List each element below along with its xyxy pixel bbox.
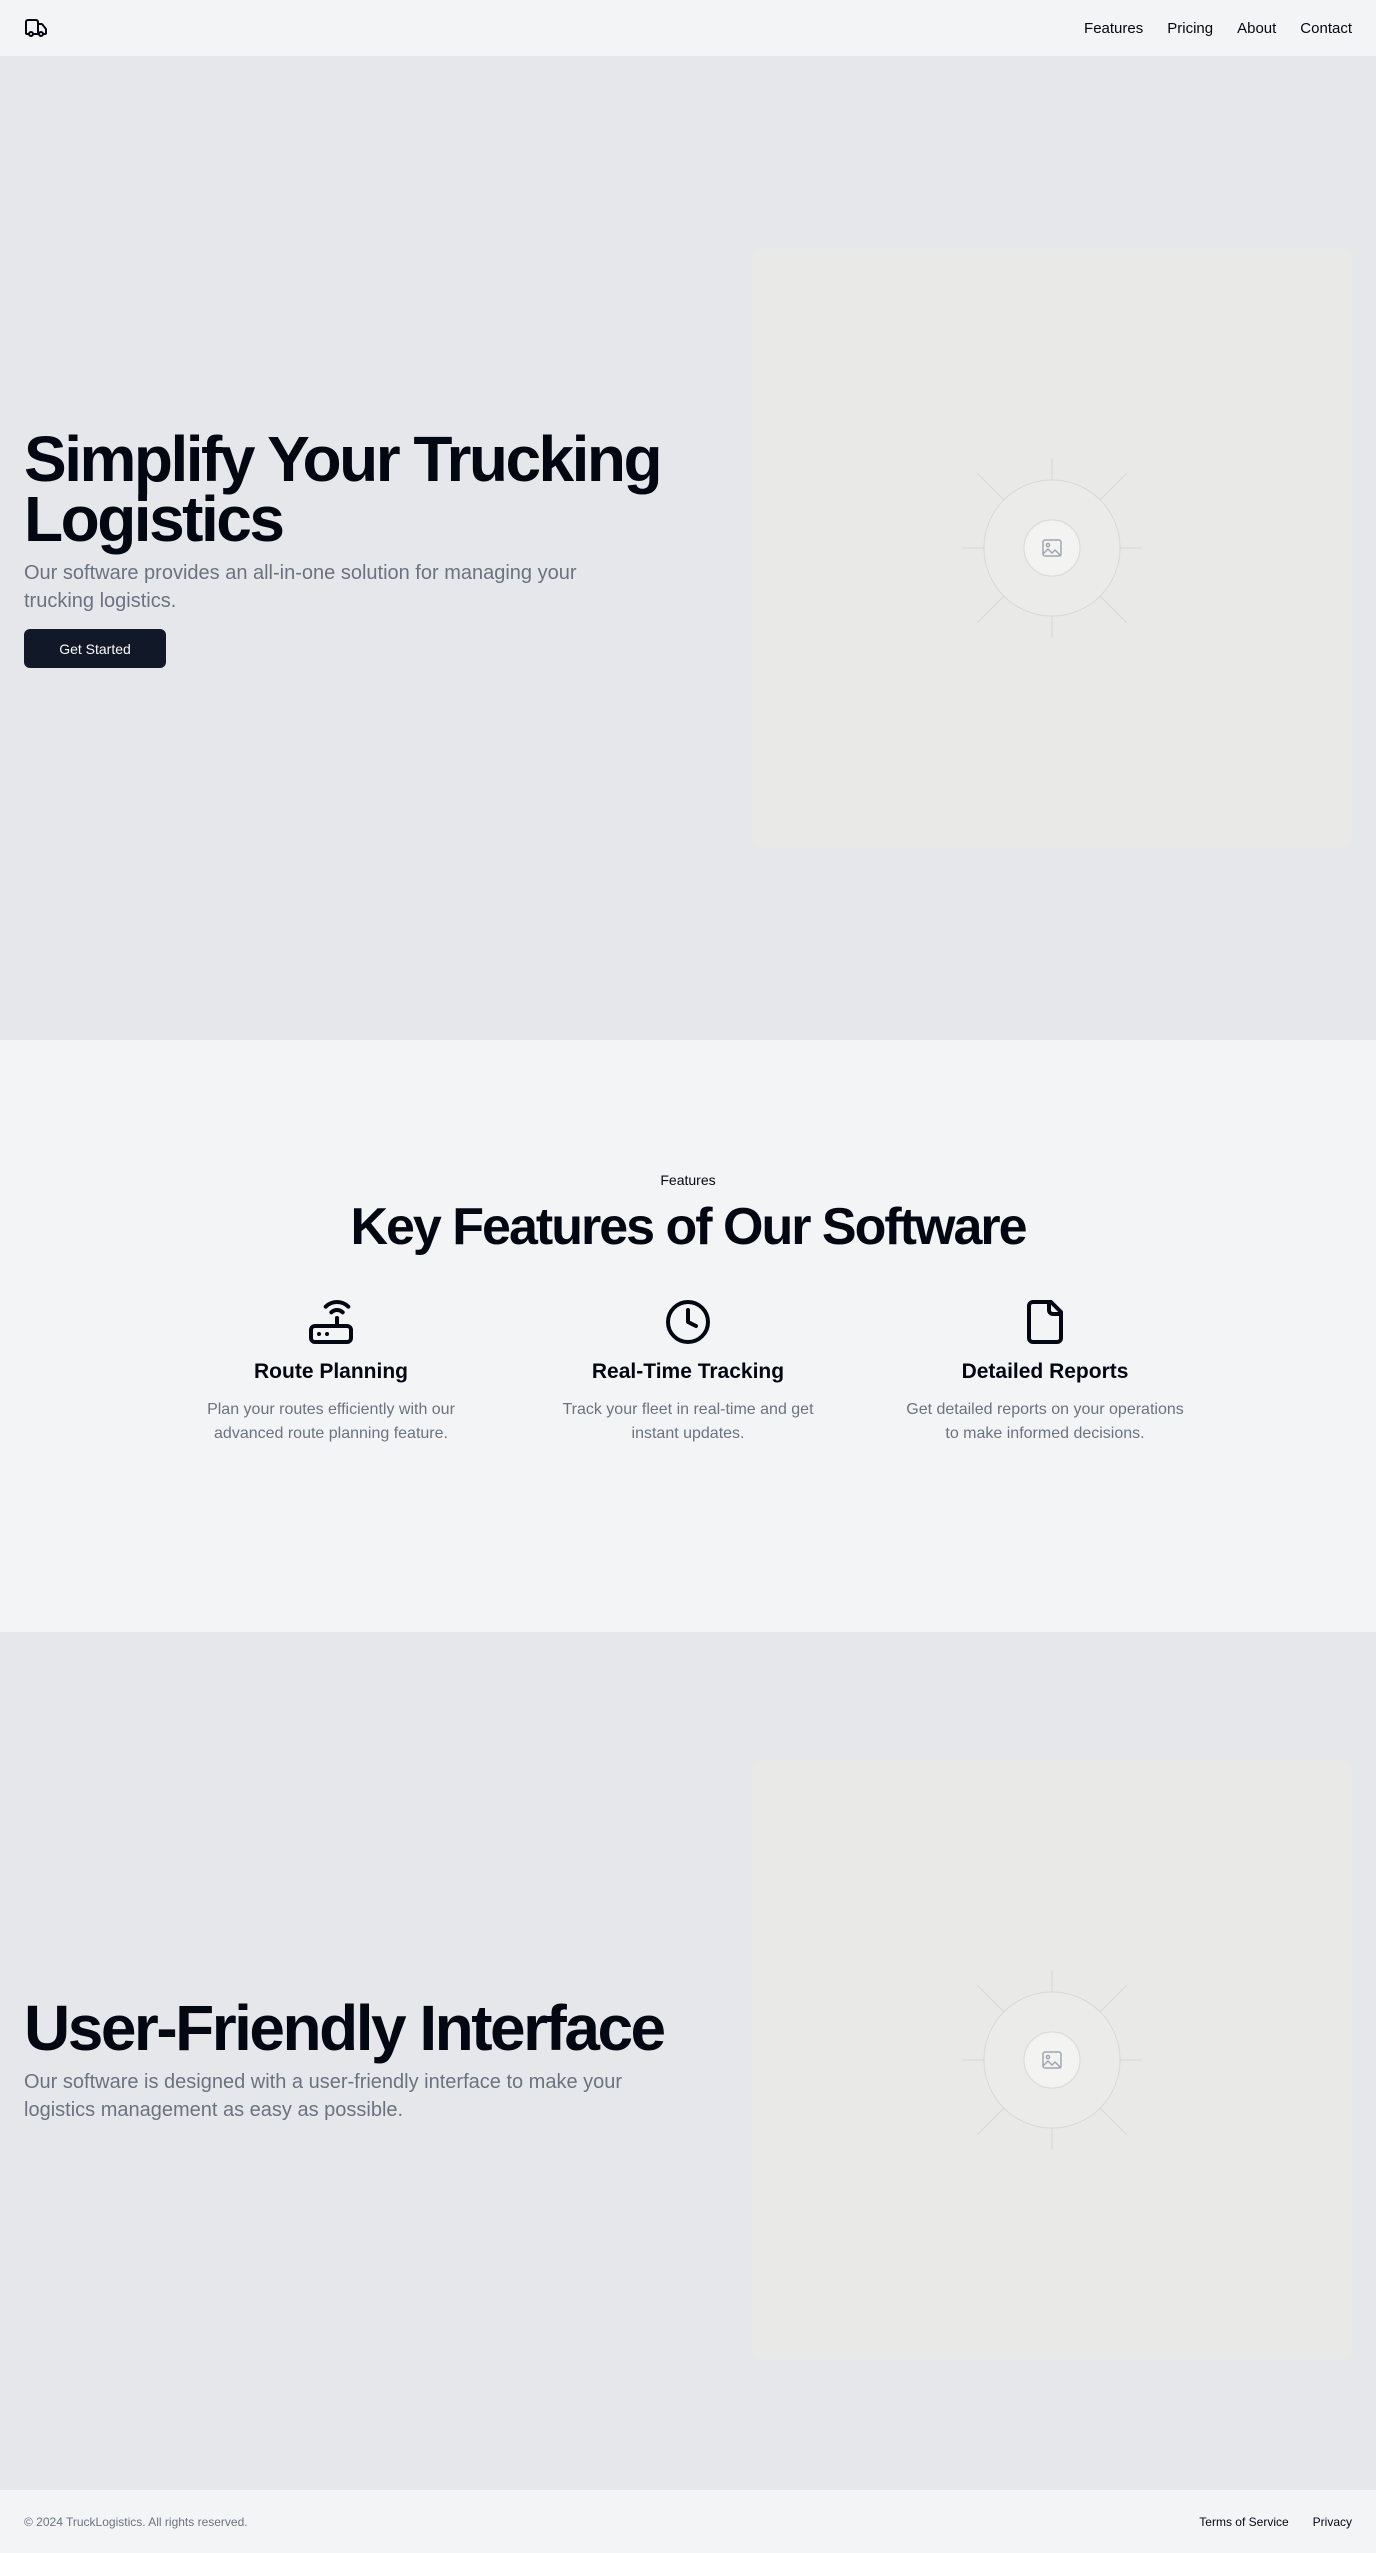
feature-title: Route Planning xyxy=(254,1360,408,1383)
image-placeholder-icon xyxy=(962,1970,1142,2150)
get-started-button[interactable]: Get Started xyxy=(24,629,166,668)
image-placeholder-icon xyxy=(962,458,1142,638)
terms-of-service-link[interactable]: Terms of Service xyxy=(1199,2515,1288,2529)
hero-subtitle: Our software provides an all-in-one solu… xyxy=(24,562,577,612)
features-title: Key Features of Our Software xyxy=(350,1198,1027,1256)
hero-title: Simplify Your Trucking Logistics xyxy=(24,423,663,555)
feature-title: Detailed Reports xyxy=(961,1360,1129,1383)
privacy-link[interactable]: Privacy xyxy=(1313,2515,1352,2529)
feature-route-planning: Route Planning Plan your routes efficien… xyxy=(186,1298,476,1446)
interface-section: User-Friendly Interface Our software is … xyxy=(0,1632,1376,2489)
features-kicker: Features xyxy=(660,1172,716,1188)
main-nav: Features Pricing About Contact xyxy=(1084,20,1352,37)
hero-text: Simplify Your Trucking Logistics Our sof… xyxy=(24,423,664,668)
nav-features-link[interactable]: Features xyxy=(1084,20,1143,37)
footer-links: Terms of Service Privacy xyxy=(1199,2515,1352,2529)
feature-description: Plan your routes efficiently with our ad… xyxy=(207,1401,455,1442)
feature-real-time-tracking: Real-Time Tracking Track your fleet in r… xyxy=(543,1298,833,1446)
nav-pricing-link[interactable]: Pricing xyxy=(1167,20,1213,37)
copyright-text: © 2024 TruckLogistics. All rights reserv… xyxy=(24,2514,248,2529)
feature-detailed-reports: Detailed Reports Get detailed reports on… xyxy=(900,1298,1190,1446)
interface-text: User-Friendly Interface Our software is … xyxy=(24,1992,684,2124)
truck-icon[interactable] xyxy=(24,16,48,40)
site-footer: © 2024 TruckLogistics. All rights reserv… xyxy=(0,2489,1376,2553)
nav-contact-link[interactable]: Contact xyxy=(1300,20,1352,37)
clock-icon xyxy=(666,1300,710,1344)
feature-description: Get detailed reports on your operations … xyxy=(906,1401,1184,1442)
feature-title: Real-Time Tracking xyxy=(591,1360,785,1383)
interface-subtitle: Our software is designed with a user-fri… xyxy=(24,2071,623,2121)
interface-image-placeholder xyxy=(752,1760,1352,2360)
features-section: Features Key Features of Our Software Ro… xyxy=(0,1040,1376,1632)
router-icon xyxy=(309,1300,353,1344)
nav-about-link[interactable]: About xyxy=(1237,20,1276,37)
feature-description: Track your fleet in real-time and get in… xyxy=(562,1401,814,1442)
hero-image-placeholder xyxy=(752,248,1352,848)
site-header: Features Pricing About Contact xyxy=(0,0,1376,57)
interface-title: User-Friendly Interface xyxy=(24,1992,666,2064)
file-icon xyxy=(1027,1300,1063,1344)
hero-section: Simplify Your Trucking Logistics Our sof… xyxy=(0,57,1376,1040)
